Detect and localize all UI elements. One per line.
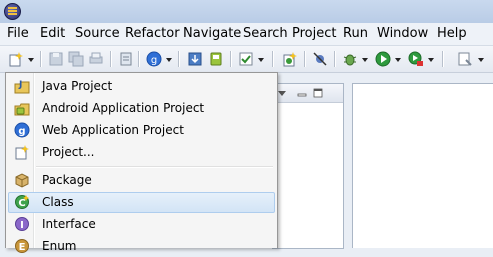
android-sdk-icon[interactable] [208,51,224,67]
menu-bar: File Edit Source Refactor Navigate Searc… [0,23,493,46]
task-dropdown-arrow-icon[interactable] [258,58,264,62]
menu-item-project[interactable]: Project... [8,142,275,163]
toolbar-separator [442,51,443,67]
java-project-icon: J [14,80,30,94]
menu-run[interactable]: Run [343,26,368,42]
menu-item-android-application-project[interactable]: Android Application Project [8,98,275,119]
menu-search[interactable]: Search [243,26,288,42]
run-dropdown-arrow-icon[interactable] [395,58,401,62]
deploy-icon[interactable] [187,51,203,67]
gwt-web-app-icon: g [14,122,30,138]
menu-source[interactable]: Source [75,26,120,42]
menu-item-web-application-project[interactable]: g Web Application Project [8,120,275,141]
new-submenu: J Java Project Android Application Proje… [5,72,278,253]
generic-project-icon [15,145,29,160]
menu-separator [36,166,273,167]
menu-item-label: Interface [42,217,96,231]
eclipse-app-icon[interactable] [4,3,21,20]
toolbar-separator [110,51,111,67]
main-toolbar: g [0,46,493,73]
skip-breakpoints-icon[interactable] [312,51,328,67]
enum-icon: E [15,239,29,253]
open-type-icon[interactable] [457,51,473,67]
minimize-icon[interactable] [297,88,307,98]
menu-item-label: Java Project [42,79,113,93]
toolbar-separator [230,51,231,67]
svg-text:g: g [151,55,157,66]
android-project-icon [14,103,30,116]
toolbar-separator [272,51,273,67]
new-wizard-icon[interactable] [8,51,24,67]
menu-navigate[interactable]: Navigate [183,26,241,42]
menu-item-class[interactable]: C Class [8,192,275,213]
debug-dropdown-arrow-icon[interactable] [362,58,368,62]
svg-text:J: J [18,80,22,90]
menu-file[interactable]: File [7,26,29,42]
google-dropdown-arrow-icon[interactable] [166,58,172,62]
menu-item-java-project[interactable]: J Java Project [8,76,275,97]
menu-project[interactable]: Project [292,26,336,42]
external-tools-dropdown-arrow-icon[interactable] [428,58,434,62]
menu-item-interface[interactable]: I Interface [8,214,275,235]
menu-refactor[interactable]: Refactor [125,26,180,42]
toolbar-separator [304,51,305,67]
menu-item-label: Enum [42,239,77,253]
save-all-icon[interactable] [68,51,84,67]
menu-edit[interactable]: Edit [40,26,65,42]
svg-text:C: C [18,198,25,209]
menu-item-label: Android Application Project [42,101,205,115]
view-header [273,84,343,103]
editor-area[interactable] [352,83,493,248]
menu-window[interactable]: Window [377,26,428,42]
interface-icon: I [15,217,29,231]
build-icon[interactable] [118,51,134,67]
menu-item-label: Class [42,195,74,209]
new-dropdown-arrow-icon[interactable] [28,58,34,62]
menu-item-label: Package [42,173,92,187]
view-menu-icon[interactable] [278,89,286,97]
toolbar-separator [40,51,41,67]
debug-icon[interactable] [342,51,358,67]
class-icon: C [15,195,29,209]
google-plugin-icon[interactable]: g [146,51,162,67]
toolbar-separator [138,51,139,67]
print-icon[interactable] [88,51,104,67]
save-icon[interactable] [48,51,64,67]
task-icon[interactable] [238,51,254,67]
toolbar-separator [334,51,335,67]
svg-text:E: E [19,242,26,253]
maximize-icon[interactable] [313,88,323,98]
run-icon[interactable] [375,51,391,67]
menu-help[interactable]: Help [437,26,467,42]
new-class-icon[interactable] [282,51,298,67]
svg-text:g: g [18,126,25,137]
svg-text:I: I [20,220,24,231]
menu-item-label: Project... [42,145,95,159]
menu-item-package[interactable]: Package [8,170,275,191]
toolbar-separator [178,51,179,67]
package-explorer-view[interactable] [272,83,344,249]
open-type-dropdown-arrow-icon[interactable] [478,58,484,62]
external-tools-icon[interactable] [408,51,424,67]
window-title-bar [0,0,493,24]
menu-item-label: Web Application Project [42,123,184,137]
package-icon [15,173,29,188]
